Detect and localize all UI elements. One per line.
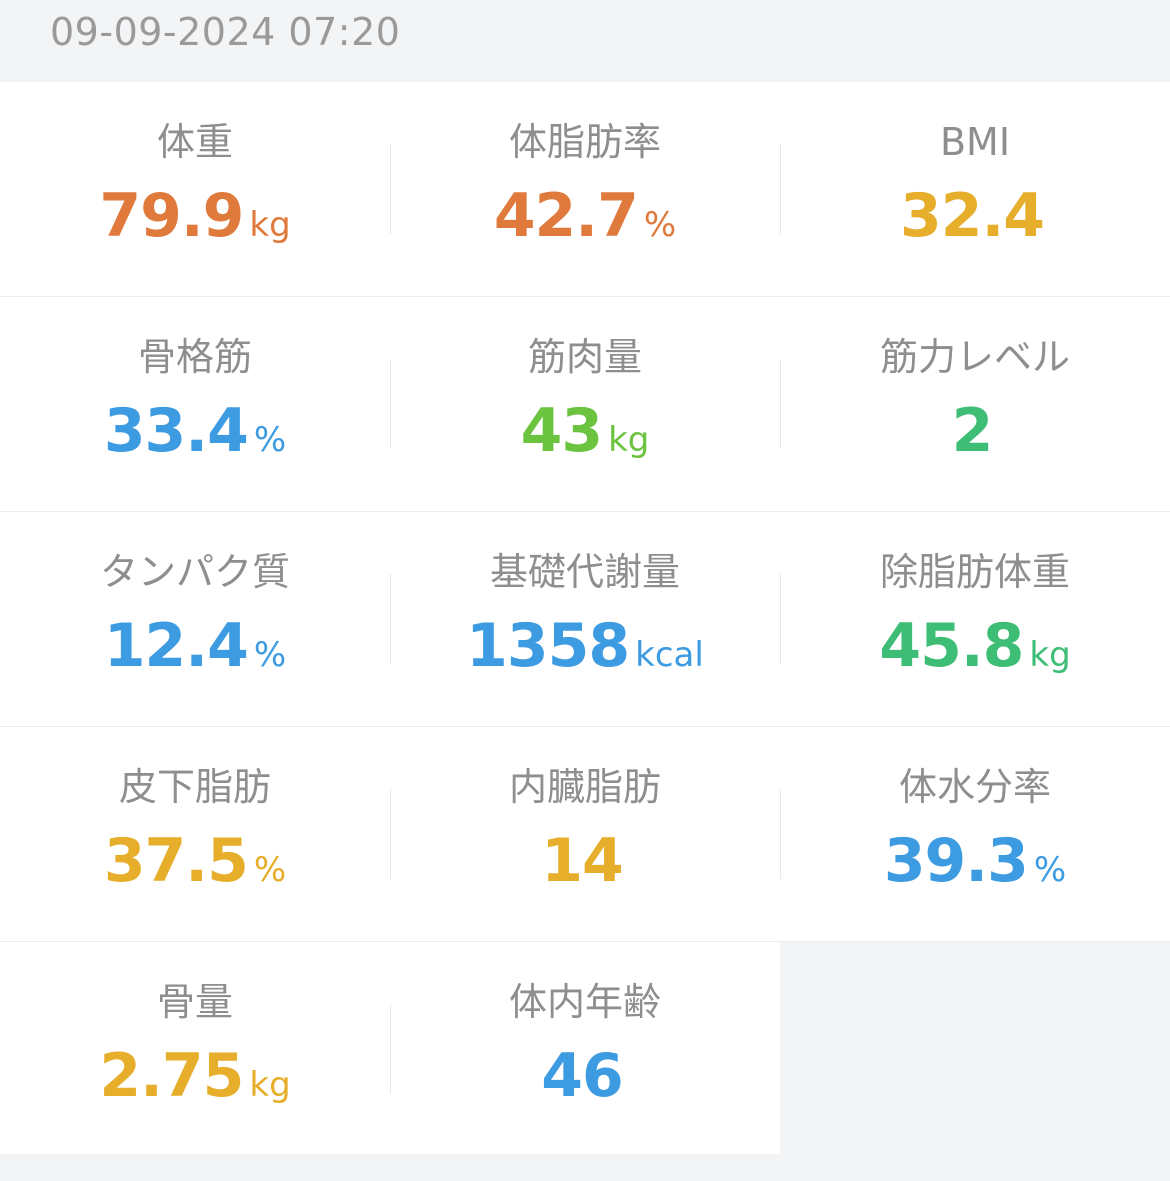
metric-value: 39.3%	[780, 825, 1170, 912]
body-composition-screen: 09-09-2024 07:20 体重 79.9 kg 体脂肪率 42.7% BM…	[0, 0, 1170, 1181]
metric-number: 33.4	[103, 396, 249, 466]
metric-card-visceral-fat[interactable]: 内臓脂肪 14	[390, 727, 780, 941]
metric-label: 除脂肪体重	[879, 550, 1070, 594]
metric-label: 体脂肪率	[508, 120, 661, 164]
metric-value: 79.9 kg	[0, 180, 390, 267]
metric-number: 39.3	[883, 826, 1029, 896]
metric-label: BMI	[939, 120, 1011, 164]
metric-number: 12.4	[103, 611, 249, 681]
header: 09-09-2024 07:20	[0, 0, 1170, 82]
metric-value: 43 kg	[390, 395, 780, 482]
metric-label: 骨量	[156, 980, 233, 1024]
metric-value: 2.75 kg	[0, 1040, 390, 1127]
metric-label: 基礎代謝量	[489, 550, 680, 594]
metric-value: 37.5%	[0, 825, 390, 912]
metric-card-body-water[interactable]: 体水分率 39.3%	[780, 727, 1170, 941]
metric-unit: %	[253, 420, 287, 460]
metric-card-weight[interactable]: 体重 79.9 kg	[0, 82, 390, 296]
metric-card-muscle-mass[interactable]: 筋肉量 43 kg	[390, 297, 780, 511]
metric-label: 内臓脂肪	[508, 765, 661, 809]
metric-card-strength-level[interactable]: 筋力レベル 2	[780, 297, 1170, 511]
metric-number: 2	[951, 396, 994, 466]
metric-label: 筋力レベル	[879, 335, 1070, 379]
metric-number: 79.9	[99, 181, 244, 251]
metrics-row: 体重 79.9 kg 体脂肪率 42.7% BMI 32.4	[0, 82, 1170, 297]
metric-card-body-age[interactable]: 体内年齢 46	[390, 942, 780, 1156]
metric-label: 体水分率	[898, 765, 1051, 809]
metric-number: 14	[541, 826, 623, 896]
metrics-row: 皮下脂肪 37.5% 内臓脂肪 14 体水分率 39.3%	[0, 727, 1170, 942]
metric-number: 43	[520, 396, 603, 466]
metric-label: タンパク質	[99, 550, 290, 594]
metric-value: 45.8 kg	[780, 610, 1170, 697]
metric-label: 筋肉量	[527, 335, 642, 379]
metric-number: 37.5	[103, 826, 249, 896]
metric-number: 42.7	[493, 181, 639, 251]
metrics-grid: 体重 79.9 kg 体脂肪率 42.7% BMI 32.4 骨格筋 33.4 …	[0, 82, 1170, 1156]
metric-unit: %	[643, 205, 677, 245]
bottom-spacer	[0, 1154, 1170, 1181]
metric-number: 45.8	[879, 611, 1024, 681]
metric-value: 32.4	[780, 180, 1170, 267]
metrics-row: 骨格筋 33.4% 筋肉量 43 kg 筋力レベル 2	[0, 297, 1170, 512]
metric-unit: kcal	[635, 635, 704, 675]
metrics-row: タンパク質 12.4% 基礎代謝量 1358 kcal 除脂肪体重 45.8 kg	[0, 512, 1170, 727]
metric-label: 体内年齢	[508, 980, 661, 1024]
metric-unit: %	[253, 850, 287, 890]
metric-unit: kg	[1029, 635, 1071, 675]
metric-value: 42.7%	[390, 180, 780, 267]
metric-unit: kg	[249, 1065, 291, 1105]
metric-label: 骨格筋	[137, 335, 252, 379]
metric-value: 33.4%	[0, 395, 390, 482]
metric-card-protein[interactable]: タンパク質 12.4%	[0, 512, 390, 726]
metric-value: 1358 kcal	[390, 610, 780, 697]
metrics-row: 骨量 2.75 kg 体内年齢 46	[0, 942, 780, 1156]
measurement-timestamp: 09-09-2024 07:20	[50, 10, 401, 54]
metric-number: 46	[541, 1041, 623, 1111]
metric-unit: %	[253, 635, 287, 675]
metric-unit: kg	[608, 420, 650, 460]
metric-card-subcutaneous-fat[interactable]: 皮下脂肪 37.5%	[0, 727, 390, 941]
metric-number: 32.4	[899, 181, 1045, 251]
metric-card-body-fat[interactable]: 体脂肪率 42.7%	[390, 82, 780, 296]
metric-number: 1358	[466, 611, 630, 681]
metric-card-skeletal-muscle[interactable]: 骨格筋 33.4%	[0, 297, 390, 511]
metric-card-bmi[interactable]: BMI 32.4	[780, 82, 1170, 296]
metric-number: 2.75	[99, 1041, 244, 1111]
metric-card-lean-body-mass[interactable]: 除脂肪体重 45.8 kg	[780, 512, 1170, 726]
metric-value: 12.4%	[0, 610, 390, 697]
metric-label: 体重	[156, 120, 233, 164]
metric-value: 14	[390, 825, 780, 912]
metric-value: 2	[780, 395, 1170, 482]
metric-card-basal-metabolism[interactable]: 基礎代謝量 1358 kcal	[390, 512, 780, 726]
metric-label: 皮下脂肪	[118, 765, 271, 809]
metric-unit: %	[1033, 850, 1067, 890]
metric-card-bone-mass[interactable]: 骨量 2.75 kg	[0, 942, 390, 1156]
metric-unit: kg	[249, 205, 291, 245]
metric-value: 46	[390, 1040, 780, 1127]
